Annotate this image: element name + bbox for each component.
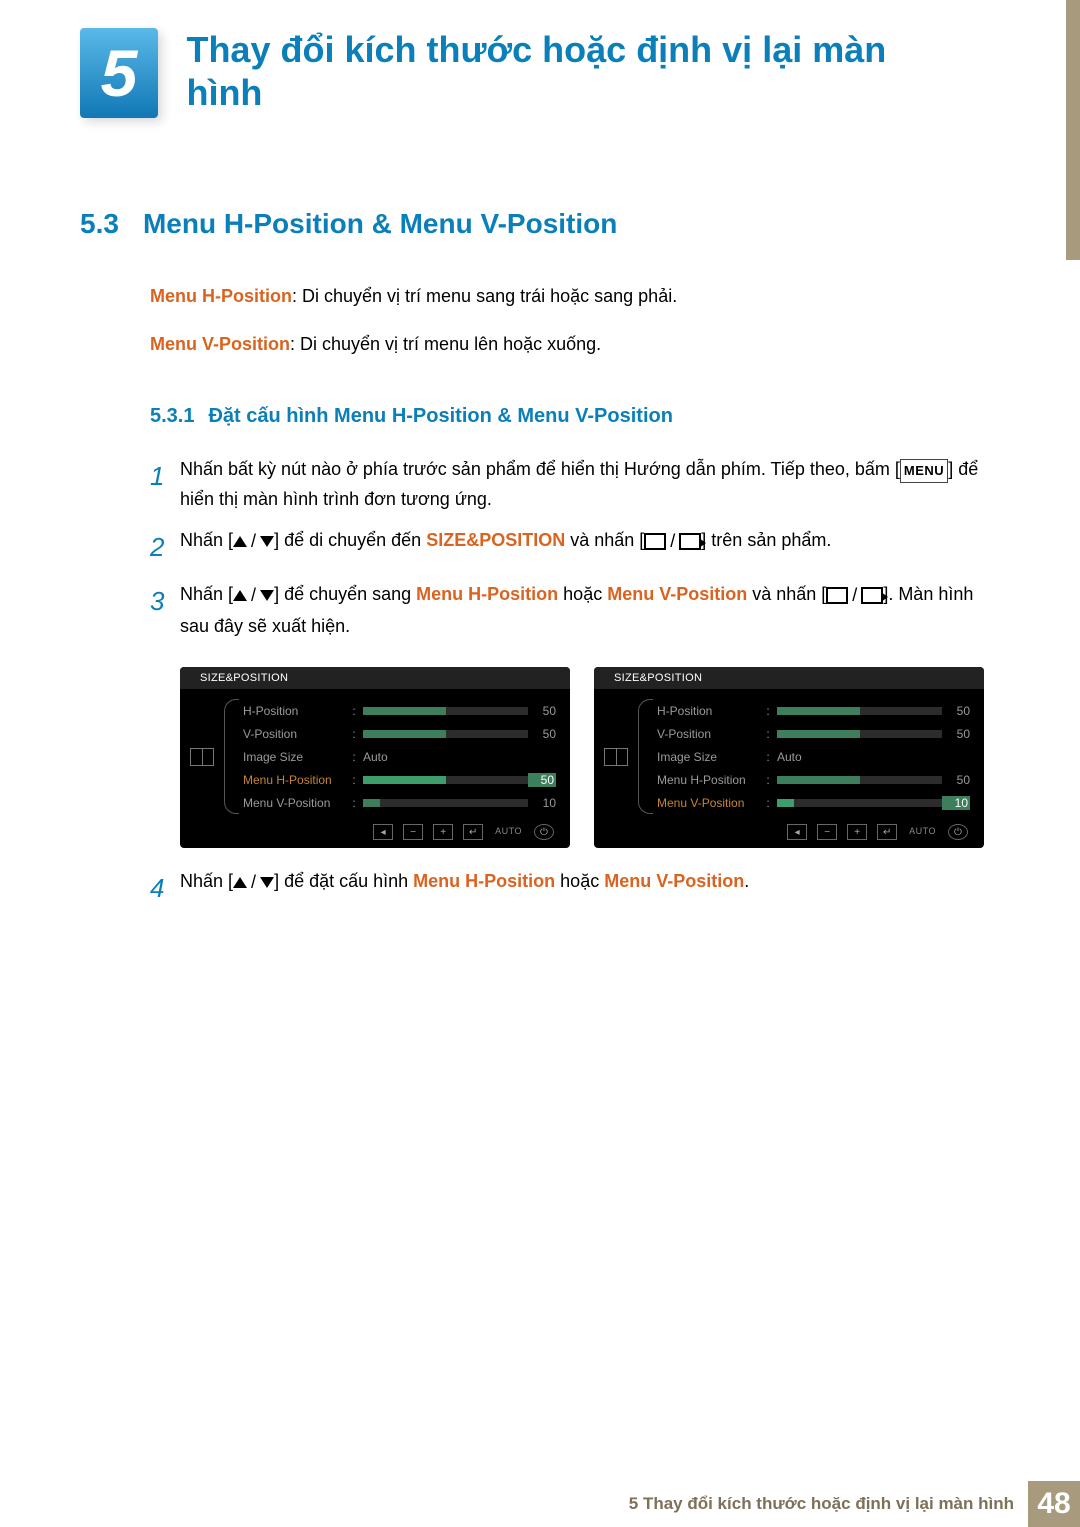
plus-icon: + (847, 824, 867, 840)
highlight-size-position: SIZE&POSITION (426, 530, 565, 550)
osd-panel-menu-v: SIZE&POSITION H-Position:50 V-Position:5… (594, 667, 984, 848)
menu-key-icon: MENU (900, 459, 948, 483)
osd-item-menu-v-position: Menu V-Position:10 (243, 791, 556, 814)
osd-item-menu-h-position: Menu H-Position:50 (243, 768, 556, 791)
auto-label: AUTO (495, 824, 522, 840)
subsection-number: 5.3.1 (150, 405, 194, 428)
osd-item-v-position: V-Position:50 (243, 722, 556, 745)
osd-screenshots: SIZE&POSITION H-Position:50 V-Position:5… (180, 667, 1000, 848)
size-position-icon (180, 699, 224, 814)
step-number: 4 (150, 866, 180, 910)
step-number: 2 (150, 525, 180, 569)
osd-footer-buttons: ◂ − + ↵ AUTO ⏻ (180, 820, 570, 848)
page-number: 48 (1028, 1481, 1080, 1527)
up-down-key-icon: / (233, 867, 274, 898)
step-number: 1 (150, 454, 180, 515)
page-footer: 5 Thay đổi kích thước hoặc định vị lại m… (0, 1481, 1080, 1527)
enter-icon: ↵ (877, 824, 897, 840)
highlight-menu-h: Menu H-Position (416, 584, 558, 604)
page: 5 Thay đổi kích thước hoặc định vị lại m… (0, 0, 1080, 1527)
power-icon: ⏻ (948, 824, 968, 840)
definition-v-position: Menu V-Position: Di chuyển vị trí menu l… (150, 328, 1000, 360)
definition-h-position: Menu H-Position: Di chuyển vị trí menu s… (150, 280, 1000, 312)
step-body: Nhấn [/] để chuyển sang Menu H-Position … (180, 579, 1000, 641)
up-down-key-icon: / (233, 526, 274, 557)
osd-panel-menu-h: SIZE&POSITION H-Position:50 V-Position:5… (180, 667, 570, 848)
subsection-title: Đặt cấu hình Menu H-Position & Menu V-Po… (208, 405, 672, 427)
osd-title: SIZE&POSITION (594, 667, 984, 689)
step-body: Nhấn [/] để đặt cấu hình Menu H-Position… (180, 866, 1000, 910)
back-icon: ◂ (373, 824, 393, 840)
highlight-menu-v: Menu V-Position (607, 584, 747, 604)
highlight-menu-h: Menu H-Position (413, 871, 555, 891)
step-body: Nhấn [/] để di chuyển đến SIZE&POSITION … (180, 525, 1000, 569)
section-number: 5.3 (80, 208, 119, 240)
up-down-key-icon: / (233, 580, 274, 611)
definition-term: Menu V-Position (150, 334, 290, 354)
chapter-number-badge: 5 (80, 28, 158, 118)
osd-footer-buttons: ◂ − + ↵ AUTO ⏻ (594, 820, 984, 848)
step-number: 3 (150, 579, 180, 641)
page-content: 5.3 Menu H-Position & Menu V-Position Men… (0, 118, 1080, 910)
footer-text: 5 Thay đổi kích thước hoặc định vị lại m… (629, 1494, 1014, 1514)
subsection-heading: 5.3.1 Đặt cấu hình Menu H-Position & Menu… (150, 405, 1000, 428)
section-heading: 5.3 Menu H-Position & Menu V-Position (80, 208, 1000, 240)
osd-item-v-position: V-Position:50 (657, 722, 970, 745)
minus-icon: − (403, 824, 423, 840)
definition-text: : Di chuyển vị trí menu lên hoặc xuống. (290, 334, 601, 354)
plus-icon: + (433, 824, 453, 840)
osd-item-h-position: H-Position:50 (657, 699, 970, 722)
auto-label: AUTO (909, 824, 936, 840)
osd-item-image-size: Image Size:Auto (243, 745, 556, 768)
definition-text: : Di chuyển vị trí menu sang trái hoặc s… (292, 286, 677, 306)
chapter-header: 5 Thay đổi kích thước hoặc định vị lại m… (0, 0, 1080, 118)
select-enter-key-icon: / (644, 526, 701, 557)
section-title: Menu H-Position & Menu V-Position (143, 208, 617, 239)
definition-term: Menu H-Position (150, 286, 292, 306)
step-2: 2 Nhấn [/] để di chuyển đến SIZE&POSITIO… (150, 525, 1000, 569)
power-icon: ⏻ (534, 824, 554, 840)
minus-icon: − (817, 824, 837, 840)
osd-item-image-size: Image Size:Auto (657, 745, 970, 768)
osd-item-menu-h-position: Menu H-Position:50 (657, 768, 970, 791)
back-icon: ◂ (787, 824, 807, 840)
osd-item-menu-v-position: Menu V-Position:10 (657, 791, 970, 814)
enter-icon: ↵ (463, 824, 483, 840)
select-enter-key-icon: / (826, 580, 883, 611)
osd-item-h-position: H-Position:50 (243, 699, 556, 722)
highlight-menu-v: Menu V-Position (604, 871, 744, 891)
step-3: 3 Nhấn [/] để chuyển sang Menu H-Positio… (150, 579, 1000, 641)
step-4: 4 Nhấn [/] để đặt cấu hình Menu H-Positi… (150, 866, 1000, 910)
step-body: Nhấn bất kỳ nút nào ở phía trước sản phẩ… (180, 454, 1000, 515)
chapter-title: Thay đổi kích thước hoặc định vị lại màn… (186, 28, 946, 114)
size-position-icon (594, 699, 638, 814)
osd-title: SIZE&POSITION (180, 667, 570, 689)
step-1: 1 Nhấn bất kỳ nút nào ở phía trước sản p… (150, 454, 1000, 515)
